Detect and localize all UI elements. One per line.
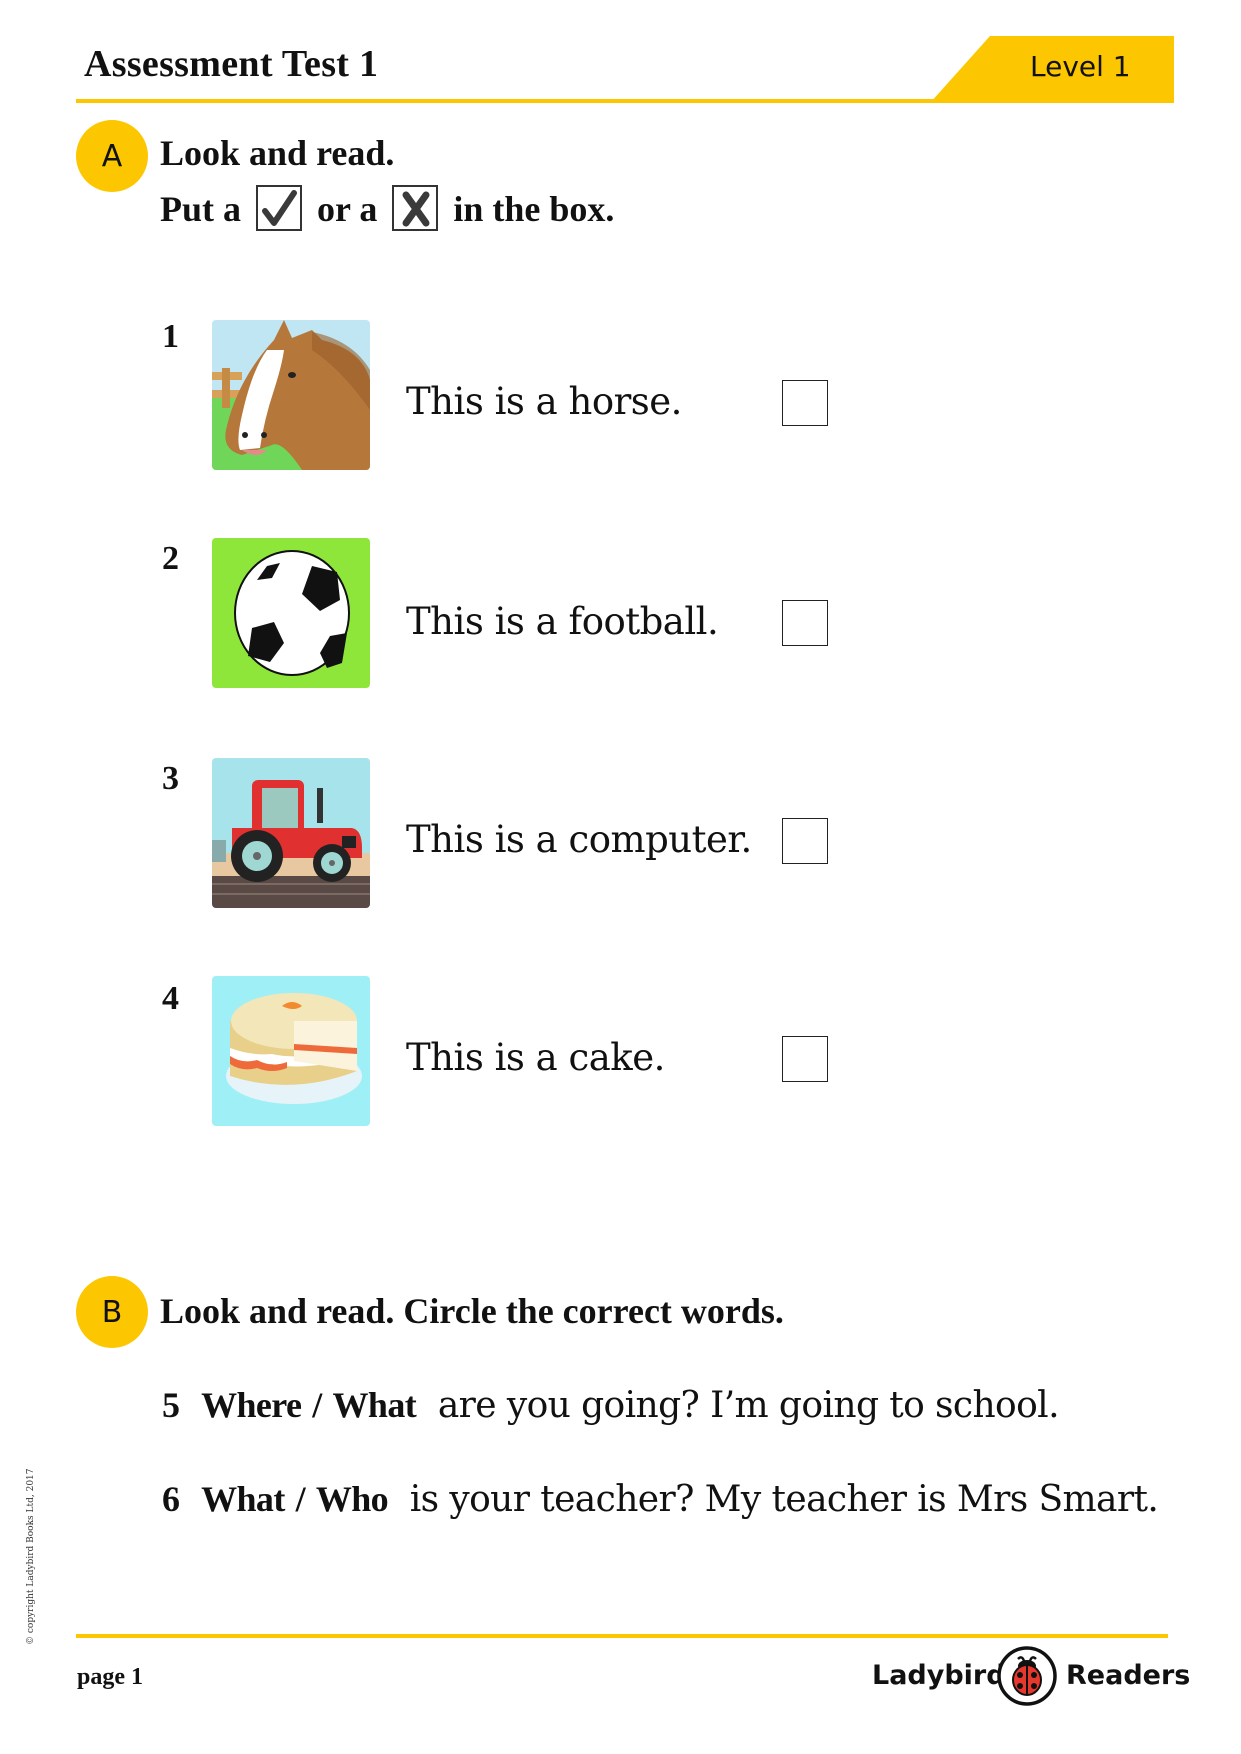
check-mark-icon <box>262 190 297 226</box>
item-number: 3 <box>162 760 179 797</box>
question-number: 5 <box>162 1385 180 1425</box>
question-5: 5 Where / What are you going? I’m going … <box>162 1384 1060 1426</box>
option-what[interactable]: What <box>201 1479 285 1519</box>
instruction-text-or: or a <box>317 189 378 229</box>
copyright-notice: © copyright Ladybird Books Ltd, 2017 <box>26 1468 36 1646</box>
brand-name-left: Ladybird <box>872 1660 1006 1691</box>
question-6: 6 What / Who is your teacher? My teacher… <box>162 1478 1159 1520</box>
question-number: 6 <box>162 1479 180 1519</box>
football-icon <box>212 538 370 688</box>
instruction-text-put: Put a <box>160 189 241 229</box>
cake-icon <box>212 976 370 1126</box>
ladybird-icon <box>997 1646 1057 1706</box>
section-a-instruction-line2: Put a or a in the box. <box>160 185 614 231</box>
football-picture <box>212 538 370 688</box>
option-separator: / <box>312 1385 322 1425</box>
cross-mark-icon <box>402 191 430 227</box>
answer-checkbox-2[interactable] <box>782 600 828 646</box>
section-b-instruction: Look and read. Circle the correct words. <box>160 1291 784 1331</box>
horse-picture <box>212 320 370 470</box>
option-who[interactable]: Who <box>316 1479 389 1519</box>
question-text: are you going? I’m going to school. <box>437 1385 1060 1426</box>
answer-checkbox-1[interactable] <box>782 380 828 426</box>
header-divider <box>76 99 946 103</box>
section-a-badge: A <box>76 120 148 192</box>
level-label: Level 1 <box>1030 50 1131 83</box>
option-separator: / <box>295 1479 306 1519</box>
section-b-badge: B <box>76 1276 148 1348</box>
page-number: page 1 <box>77 1664 143 1690</box>
footer-divider <box>76 1634 1168 1638</box>
answer-checkbox-4[interactable] <box>782 1036 828 1082</box>
answer-checkbox-3[interactable] <box>782 818 828 864</box>
tractor-icon <box>212 758 370 908</box>
brand-name-right: Readers <box>1066 1660 1191 1691</box>
question-text: is your teacher? My teacher is Mrs Smart… <box>409 1479 1159 1520</box>
horse-icon <box>212 320 370 470</box>
item-sentence: This is a football. <box>406 600 719 643</box>
option-where[interactable]: Where <box>201 1385 302 1425</box>
item-sentence: This is a computer. <box>406 818 752 861</box>
item-number: 2 <box>162 540 179 577</box>
item-sentence: This is a horse. <box>406 380 682 423</box>
tick-example-box <box>256 185 302 231</box>
page-title: Assessment Test 1 <box>84 43 379 85</box>
cake-picture <box>212 976 370 1126</box>
option-what[interactable]: What <box>333 1385 417 1425</box>
item-number: 1 <box>162 318 179 355</box>
ladybird-logo <box>996 1645 1058 1707</box>
item-sentence: This is a cake. <box>406 1036 665 1079</box>
tractor-picture <box>212 758 370 908</box>
section-a-instruction-line1: Look and read. <box>160 133 395 173</box>
instruction-text-in-box: in the box. <box>453 189 615 229</box>
cross-example-box <box>392 185 439 231</box>
item-number: 4 <box>162 980 179 1017</box>
